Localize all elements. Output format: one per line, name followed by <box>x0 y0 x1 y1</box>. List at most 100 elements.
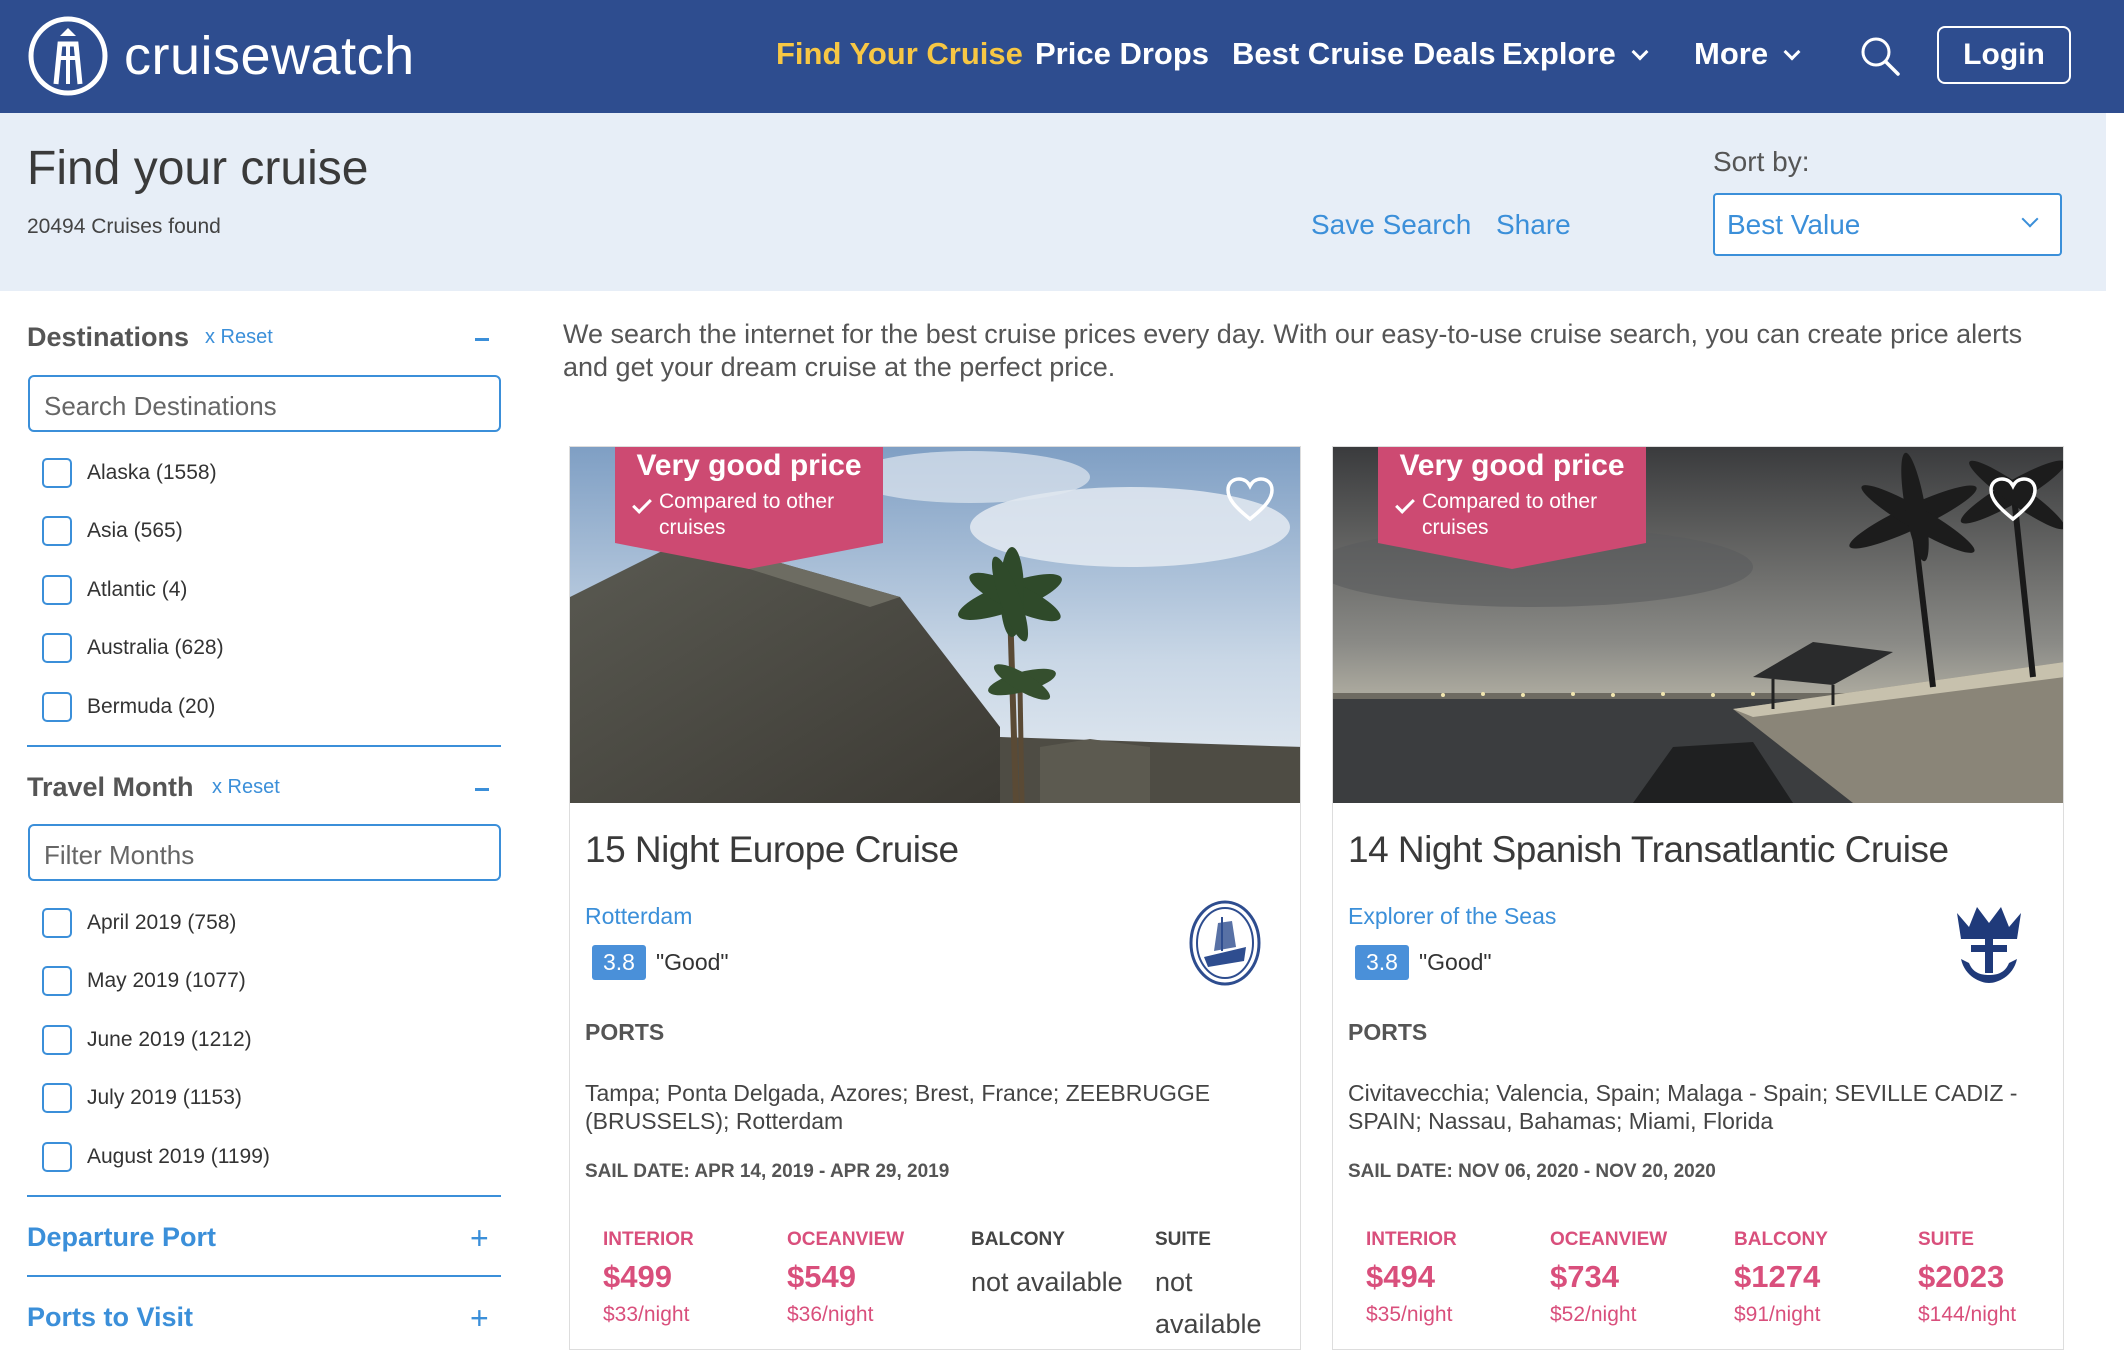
chevron-down-icon <box>1783 43 1801 61</box>
checkbox[interactable] <box>42 516 72 546</box>
not-available-text: not available <box>971 1267 1123 1297</box>
price-badge-subtitle: Compared to other cruises <box>659 490 835 539</box>
month-option-label: April 2019 (758) <box>87 911 237 934</box>
ship-name-link[interactable]: Rotterdam <box>585 903 692 930</box>
rating-score-badge: 3.8 <box>592 945 646 980</box>
nav-more-label: More <box>1694 36 1769 71</box>
checkbox[interactable] <box>42 633 72 663</box>
crown-anchor-logo-icon <box>1957 907 2021 983</box>
destination-option[interactable]: Bermuda (20) <box>42 692 215 722</box>
ports-to-visit-heading[interactable]: Ports to Visit <box>27 1302 193 1333</box>
search-icon[interactable] <box>1858 34 1902 78</box>
sail-date: SAIL DATE: APR 14, 2019 - APR 29, 2019 <box>585 1161 950 1182</box>
cruise-card[interactable]: Very good price Compared to other cruise… <box>569 446 1301 1350</box>
price-interior[interactable]: INTERIOR $494 $35/night <box>1366 1229 1546 1327</box>
month-option[interactable]: August 2019 (1199) <box>42 1142 270 1172</box>
destinations-heading: Destinations <box>27 322 190 352</box>
cabin-price: $734 <box>1550 1259 1619 1294</box>
expand-plus-icon[interactable]: + <box>470 1222 489 1254</box>
ports-list: Tampa; Ponta Delgada, Azores; Brest, Fra… <box>585 1080 1211 1134</box>
price-per-night: $52/night <box>1550 1303 1637 1326</box>
not-available-text: not available <box>1155 1267 1262 1339</box>
checkbox[interactable] <box>42 1083 72 1113</box>
travel-month-reset-link[interactable]: x Reset <box>212 776 280 799</box>
destination-option-label: Bermuda (20) <box>87 695 216 718</box>
sort-select[interactable]: Best Value <box>1713 193 2062 256</box>
collapse-minus-icon[interactable] <box>475 338 489 341</box>
departure-port-heading[interactable]: Departure Port <box>27 1222 216 1253</box>
top-navigation-bar: cruisewatch Find Your Cruise Price Drops… <box>0 0 2124 113</box>
login-button[interactable]: Login <box>1937 26 2071 84</box>
price-suite[interactable]: SUITE $2023 $144/night <box>1918 1229 2058 1327</box>
destination-option-label: Atlantic (4) <box>87 578 188 601</box>
rating-score-badge: 3.8 <box>1355 945 1409 980</box>
price-balcony[interactable]: BALCONY $1274 $91/night <box>1734 1229 1914 1327</box>
cruise-line-logo-icon <box>1189 900 1261 986</box>
checkbox[interactable] <box>42 575 72 605</box>
checkbox[interactable] <box>42 966 72 996</box>
nav-explore[interactable]: Explore <box>1502 36 1649 72</box>
months-filter-input[interactable]: Filter Months <box>28 824 501 881</box>
destination-option[interactable]: Asia (565) <box>42 516 183 546</box>
price-per-night: $36/night <box>787 1303 874 1326</box>
price-per-night: $91/night <box>1734 1303 1821 1326</box>
month-option-label: June 2019 (1212) <box>87 1028 252 1051</box>
heart-favorite-icon[interactable] <box>1225 477 1275 523</box>
travel-month-heading: Travel Month <box>27 772 194 802</box>
collapse-minus-icon[interactable] <box>475 788 489 791</box>
cabin-price: $499 <box>603 1259 672 1294</box>
destination-option[interactable]: Atlantic (4) <box>42 575 187 605</box>
ports-list: Civitavecchia; Valencia, Spain; Malaga -… <box>1348 1080 2018 1134</box>
price-badge: Very good price Compared to other cruise… <box>1378 447 1646 577</box>
months-filter-placeholder: Filter Months <box>44 840 195 870</box>
destination-option[interactable]: Alaska (1558) <box>42 458 217 488</box>
price-badge-title: Very good price <box>1399 449 1625 482</box>
checkbox[interactable] <box>42 1142 72 1172</box>
price-badge-subtitle: Compared to other cruises <box>1422 490 1598 539</box>
cabin-type-label: INTERIOR <box>603 1229 694 1250</box>
nav-more[interactable]: More <box>1694 36 1801 72</box>
search-summary-bar: Find your cruise 20494 Cruises found Sav… <box>0 113 2106 291</box>
logo[interactable]: cruisewatch <box>26 14 415 98</box>
rating-label: "Good" <box>656 949 729 975</box>
month-option-label: May 2019 (1077) <box>87 969 246 992</box>
cruise-title[interactable]: 14 Night Spanish Transatlantic Cruise <box>1348 829 1949 871</box>
filter-divider <box>27 745 501 747</box>
cruise-title[interactable]: 15 Night Europe Cruise <box>585 829 959 871</box>
destination-option[interactable]: Australia (628) <box>42 633 224 663</box>
nav-best-cruise-deals[interactable]: Best Cruise Deals <box>1232 36 1496 72</box>
cabin-price: $1274 <box>1734 1259 1821 1294</box>
cabin-price: $494 <box>1366 1259 1435 1294</box>
ports-heading: PORTS <box>1348 1019 1428 1045</box>
share-link[interactable]: Share <box>1496 209 1571 241</box>
cabin-price: $2023 <box>1918 1259 2005 1294</box>
cabin-type-label: SUITE <box>1155 1229 1211 1250</box>
month-option[interactable]: April 2019 (758) <box>42 908 236 938</box>
nav-price-drops[interactable]: Price Drops <box>1035 36 1209 72</box>
expand-plus-icon[interactable]: + <box>470 1302 489 1334</box>
price-balcony: BALCONY not available <box>971 1229 1131 1303</box>
checkbox[interactable] <box>42 458 72 488</box>
month-option-label: July 2019 (1153) <box>87 1086 242 1109</box>
price-oceanview[interactable]: OCEANVIEW $734 $52/night <box>1550 1229 1730 1327</box>
checkbox[interactable] <box>42 1025 72 1055</box>
month-option[interactable]: July 2019 (1153) <box>42 1083 242 1113</box>
month-option[interactable]: May 2019 (1077) <box>42 966 246 996</box>
destinations-search-input[interactable]: Search Destinations <box>28 375 501 432</box>
checkbox[interactable] <box>42 908 72 938</box>
price-suite: SUITE not available <box>1155 1229 1295 1345</box>
price-oceanview[interactable]: OCEANVIEW $549 $36/night <box>787 1229 967 1327</box>
cabin-price: $549 <box>787 1259 856 1294</box>
checkbox[interactable] <box>42 692 72 722</box>
nav-find-your-cruise[interactable]: Find Your Cruise <box>776 36 1023 72</box>
destination-option-label: Alaska (1558) <box>87 461 217 484</box>
ports-heading: PORTS <box>585 1019 665 1045</box>
month-option[interactable]: June 2019 (1212) <box>42 1025 252 1055</box>
month-option-label: August 2019 (1199) <box>87 1145 270 1168</box>
heart-favorite-icon[interactable] <box>1988 477 2038 523</box>
save-search-link[interactable]: Save Search <box>1311 209 1471 241</box>
ship-name-link[interactable]: Explorer of the Seas <box>1348 903 1556 930</box>
cruise-card[interactable]: Very good price Compared to other cruise… <box>1332 446 2064 1350</box>
destinations-reset-link[interactable]: x Reset <box>205 326 273 349</box>
price-interior[interactable]: INTERIOR $499 $33/night <box>603 1229 783 1327</box>
